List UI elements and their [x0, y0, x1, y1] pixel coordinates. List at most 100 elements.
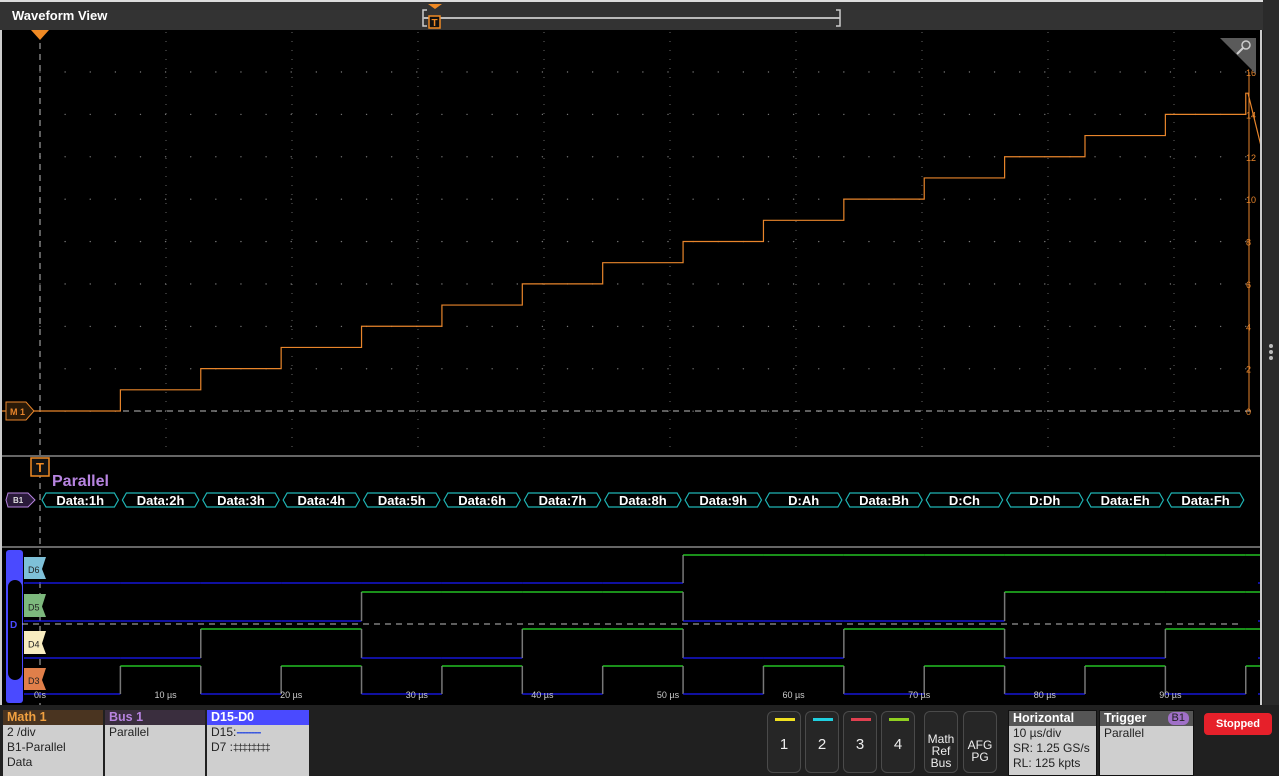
grid-dot — [114, 240, 117, 243]
settings-bar: Math 1 2 /div B1-Parallel Data Bus 1 Par… — [0, 705, 1279, 776]
grid-dot — [1094, 325, 1096, 328]
grid-dot — [767, 240, 770, 243]
grid-dot — [943, 198, 946, 200]
grid-dot — [466, 283, 468, 285]
grid-dot — [265, 198, 267, 200]
bus-packet-label: Data:Fh — [1181, 493, 1229, 508]
more-options-icon[interactable] — [1263, 0, 1279, 705]
channel-3-button[interactable]: 3 — [843, 711, 877, 773]
grid-dot — [64, 325, 66, 328]
grid-dot — [893, 325, 895, 328]
grid-dot — [516, 368, 518, 370]
math-waveform[interactable] — [2, 92, 1279, 412]
grid-dot — [1219, 410, 1222, 412]
grid-dot — [742, 325, 745, 328]
grid-dot — [516, 113, 518, 116]
grid-dot — [265, 325, 267, 328]
grid-dot — [1219, 198, 1222, 200]
bus-1-badge[interactable]: Bus 1 Parallel — [105, 710, 205, 776]
grid-dot — [968, 198, 971, 200]
grid-dot — [1119, 368, 1121, 370]
grid-dot — [164, 325, 167, 328]
grid-dot — [591, 156, 594, 158]
grid-dot — [1069, 240, 1071, 243]
bus-packet-label: Data:Eh — [1101, 493, 1150, 508]
grid-dot — [441, 198, 443, 200]
grid-dot — [566, 368, 569, 370]
channel-2-color — [813, 718, 833, 721]
grid-dot — [692, 71, 694, 73]
grid-dot — [190, 325, 192, 328]
grid-dot — [315, 240, 318, 243]
grid-dot — [466, 368, 468, 370]
math-1-badge[interactable]: Math 1 2 /div B1-Parallel Data — [3, 710, 103, 776]
bus-packet-label: Data:Bh — [859, 493, 909, 508]
afg-pg-button[interactable]: AFG PG — [963, 711, 997, 773]
waveform-canvas[interactable]: 0246810121416M 1TParallelB1 Data:1h Data:2… — [2, 30, 1279, 705]
grid-dot — [717, 71, 719, 73]
channel-2-button[interactable]: 2 — [805, 711, 839, 773]
grid-dot — [742, 71, 745, 73]
grid-dot — [818, 240, 820, 243]
grid-dot — [491, 71, 493, 73]
grid-dot — [416, 71, 418, 73]
math-field: Data — [7, 755, 33, 769]
grid-dot — [340, 198, 343, 200]
grid-dot — [1144, 283, 1146, 285]
waveform-area[interactable]: 0 2 4 6 8 10 12 14 16 M 1 T Parallel B1 Data:1h Data:2… — [0, 30, 1279, 705]
grid-dot — [968, 325, 971, 328]
grid-dot — [240, 325, 242, 328]
grid-dot — [89, 113, 91, 116]
grid-dot — [993, 240, 996, 243]
grid-dot — [541, 325, 544, 328]
grid-dot — [1144, 156, 1146, 158]
digital-group-label: D — [10, 620, 17, 631]
digital-badge[interactable]: D15-D0 D15:-------- D7 :‡‡‡‡‡‡‡‡ — [207, 710, 309, 776]
grid-dot — [390, 368, 393, 370]
side-handle[interactable] — [1263, 0, 1279, 705]
grid-dot — [64, 283, 66, 285]
grid-dot — [642, 368, 644, 370]
grid-dot — [717, 198, 719, 200]
grid-dot — [1044, 368, 1046, 370]
grid-dot — [290, 156, 292, 158]
grid-dot — [340, 240, 343, 243]
grid-dot — [1044, 240, 1046, 243]
grid-dot — [315, 113, 318, 116]
grid-dot — [441, 368, 443, 370]
grid-dot — [215, 240, 217, 243]
grid-dot — [792, 71, 795, 73]
bus-packet-label: Data:6h — [458, 493, 506, 508]
math-y-tick-label: 10 — [1246, 195, 1256, 205]
grid-dot — [893, 113, 895, 116]
trigger-marker-icon[interactable] — [31, 30, 49, 40]
trigger-badge[interactable]: Trigger B1 Parallel — [1099, 710, 1194, 776]
grid-dot — [1018, 368, 1021, 370]
grid-dot — [617, 198, 619, 200]
time-axis-label: 20 µs — [280, 690, 303, 700]
channel-1-button[interactable]: 1 — [767, 711, 801, 773]
grid-dot — [1144, 71, 1146, 73]
channel-4-button[interactable]: 4 — [881, 711, 915, 773]
d15-d8-states: -------- — [236, 725, 261, 739]
grid-dot — [767, 71, 770, 73]
grid-dot — [1169, 325, 1172, 328]
grid-dot — [868, 113, 870, 116]
time-axis-label: 40 µs — [531, 690, 554, 700]
bus-packet-label: D:Ch — [949, 493, 980, 508]
grid-dot — [742, 156, 745, 158]
grid-dot — [466, 325, 468, 328]
horizontal-badge[interactable]: Horizontal 10 µs/div SR: 1.25 GS/s RL: 1… — [1008, 710, 1097, 776]
math-ref-bus-button[interactable]: Math Ref Bus — [924, 711, 958, 773]
grid-dot — [89, 156, 91, 158]
grid-dot — [1094, 71, 1096, 73]
grid-dot — [164, 240, 167, 243]
grid-dot — [868, 71, 870, 73]
grid-dot — [667, 283, 669, 285]
grid-dot — [968, 71, 971, 73]
grid-dot — [265, 71, 267, 73]
grid-dot — [566, 113, 569, 116]
grid-dot — [516, 71, 518, 73]
run-status-stopped[interactable]: Stopped — [1204, 713, 1272, 735]
record-overview[interactable]: T — [420, 2, 850, 32]
